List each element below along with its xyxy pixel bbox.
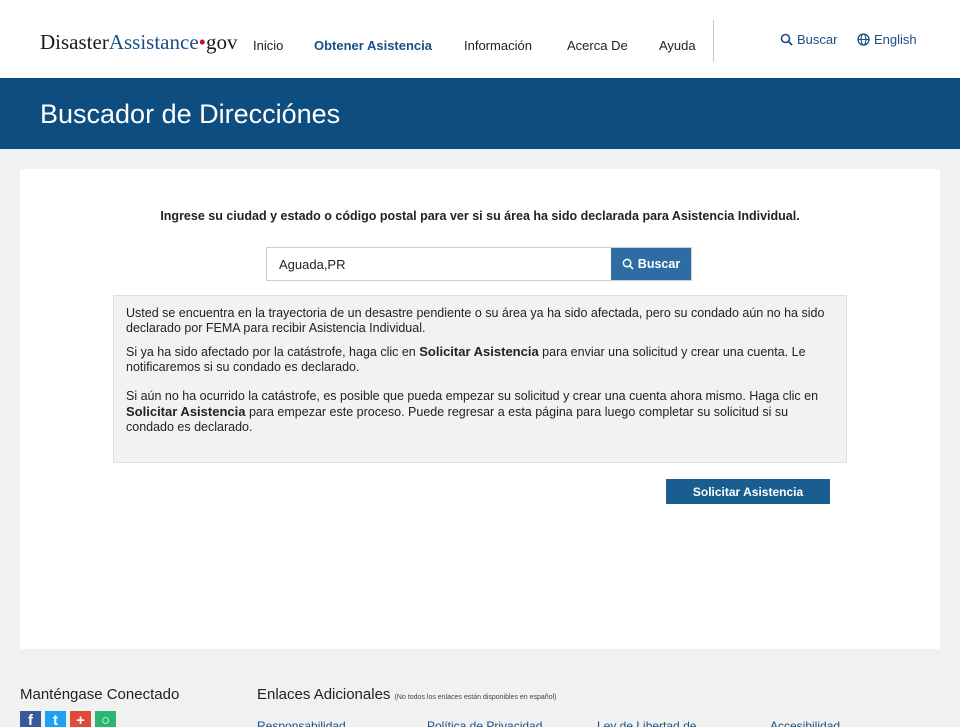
nav-divider bbox=[713, 20, 714, 62]
additional-links-note: (No todos los enlaces están disponibles … bbox=[394, 694, 557, 701]
logo-dot: • bbox=[198, 30, 207, 54]
additional-links-title: Enlaces Adicionales bbox=[257, 686, 391, 703]
notice-text-3a: Si aún no ha ocurrido la catástrofe, es … bbox=[126, 389, 819, 403]
globe-icon bbox=[857, 33, 870, 46]
logo-text-gov: gov bbox=[206, 30, 238, 54]
header-search-link[interactable]: Buscar bbox=[780, 32, 837, 47]
footer-link-libertad[interactable]: Ley de Libertad de bbox=[597, 719, 696, 727]
social-links: f t + ○ bbox=[20, 711, 116, 727]
notice-paragraph-2: Si ya ha sido afectado por la catástrofe… bbox=[126, 344, 834, 375]
logo-text-assistance: Assistance bbox=[108, 30, 199, 54]
notice-bold-2: Solicitar Asistencia bbox=[419, 344, 539, 359]
nav-acerca-de[interactable]: Acerca De bbox=[567, 38, 628, 53]
notice-paragraph-3: Si aún no ha ocurrido la catástrofe, es … bbox=[126, 389, 834, 435]
notice-paragraph-1: Usted se encuentra en la trayectoria de … bbox=[126, 306, 834, 336]
search-icon bbox=[780, 33, 793, 46]
notice-bold-3: Solicitar Asistencia bbox=[126, 404, 246, 419]
search-button[interactable]: Buscar bbox=[611, 248, 691, 280]
site-header: DisasterAssistance•gov Inicio Obtener As… bbox=[0, 0, 960, 78]
nav-obtener-asistencia[interactable]: Obtener Asistencia bbox=[314, 38, 432, 53]
footer-link-privacidad[interactable]: Política de Privacidad bbox=[427, 719, 542, 727]
nav-inicio[interactable]: Inicio bbox=[253, 38, 283, 53]
search-icon bbox=[622, 258, 634, 270]
twitter-icon[interactable]: t bbox=[45, 711, 66, 727]
notice-text-1: Usted se encuentra en la trayectoria de … bbox=[126, 306, 825, 335]
footer-link-accesibilidad[interactable]: Accesibilidad bbox=[770, 719, 840, 727]
chat-icon[interactable]: ○ bbox=[95, 711, 116, 727]
site-logo[interactable]: DisasterAssistance•gov bbox=[40, 30, 238, 55]
footer-link-responsabilidad[interactable]: Responsabilidad bbox=[257, 719, 346, 727]
page-banner: Buscador de Direcciónes bbox=[0, 78, 960, 149]
language-link[interactable]: English bbox=[857, 32, 917, 47]
address-search-input[interactable] bbox=[267, 248, 611, 280]
stay-connected-heading: Manténgase Conectado bbox=[20, 686, 180, 703]
language-label: English bbox=[874, 32, 917, 47]
logo-text-disaster: Disaster bbox=[40, 30, 109, 54]
facebook-icon[interactable]: f bbox=[20, 711, 41, 727]
page-title: Buscador de Direcciónes bbox=[40, 99, 341, 129]
address-finder-card: Ingrese su ciudad y estado o código post… bbox=[20, 169, 940, 649]
search-button-label: Buscar bbox=[637, 257, 681, 271]
address-search-form: Buscar bbox=[266, 247, 692, 281]
header-search-label: Buscar bbox=[797, 32, 838, 47]
nav-informacion[interactable]: Información bbox=[464, 38, 532, 53]
search-prompt: Ingrese su ciudad y estado o código post… bbox=[160, 209, 800, 223]
declaration-notice: Usted se encuentra en la trayectoria de … bbox=[113, 295, 847, 463]
notice-text-2a: Si ya ha sido afectado por la catástrofe… bbox=[126, 345, 420, 359]
nav-ayuda[interactable]: Ayuda bbox=[659, 38, 696, 53]
apply-for-assistance-button[interactable]: Solicitar Asistencia bbox=[666, 479, 830, 504]
additional-links-heading: Enlaces Adicionales (No todos los enlace… bbox=[257, 686, 556, 703]
plus-icon[interactable]: + bbox=[70, 711, 91, 727]
